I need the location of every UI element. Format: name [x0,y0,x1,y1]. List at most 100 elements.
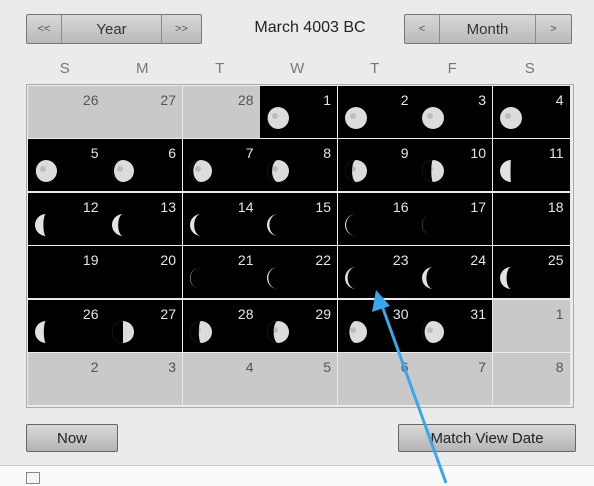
day-number: 10 [470,145,486,161]
moon-phase-icon [112,160,134,182]
day-cell[interactable]: 15 [260,192,337,245]
prev-year-button[interactable]: << [27,15,61,43]
day-number: 22 [315,252,331,268]
day-cell[interactable]: 18 [492,192,570,245]
day-cell[interactable]: 29 [260,299,337,352]
day-cell[interactable]: 23 [337,246,415,298]
day-number: 30 [392,305,409,322]
day-number: 6 [400,359,409,375]
day-cell[interactable]: 11 [492,139,570,191]
day-number: 27 [160,91,176,108]
day-cell[interactable]: 7 [415,353,492,405]
day-cell[interactable]: 4 [492,85,570,138]
day-cell[interactable]: 10 [415,139,492,191]
day-cell[interactable]: 12 [27,192,105,245]
moon-phase-icon [267,320,289,343]
day-cell[interactable]: 2 [337,85,415,138]
day-cell[interactable]: 27 [105,299,182,352]
day-number: 24 [470,252,486,268]
moon-phase-icon [344,213,356,236]
moon-phase-icon [34,320,46,343]
calendar-grid: 26 27 28 1 2 3 4 5 6 7 8 9 10 11 12 13 14 15 16 17 18 19 20 21 2… [26,84,574,408]
dow-monday: M [136,60,149,77]
dow-saturday: S [524,60,535,77]
moon-phase-icon [497,211,525,239]
day-cell[interactable]: 5 [27,139,105,191]
day-cell[interactable]: 24 [415,246,492,298]
day-number: 2 [400,91,409,108]
next-year-button[interactable]: >> [161,15,201,43]
moon-phase-icon [189,160,212,182]
day-number: 19 [82,252,99,268]
checkbox[interactable] [26,472,40,484]
day-number: 27 [160,305,176,322]
day-cell[interactable]: 27 [105,85,182,138]
prev-month-button[interactable]: < [405,15,439,43]
day-cell[interactable]: 13 [105,192,182,245]
day-cell[interactable]: 3 [415,85,492,138]
calendar-panel: << Year >> March 4003 BC < Month > S M T… [0,0,594,465]
moon-phase-icon [499,106,522,129]
moon-phase-icon [34,213,46,236]
day-number: 5 [90,145,99,161]
day-cell[interactable]: 6 [105,139,182,191]
day-cell[interactable]: 17 [415,192,492,245]
bottom-strip [0,465,594,486]
day-cell[interactable]: 19 [27,246,105,298]
match-view-date-button[interactable]: Match View Date [398,424,576,452]
moon-phase-icon [422,160,444,182]
day-number: 21 [237,252,254,268]
month-title: March 4003 BC [254,19,366,36]
day-number: 11 [548,145,564,161]
year-label: Year [61,15,161,43]
day-number: 15 [315,198,331,215]
day-cell[interactable]: 3 [105,353,182,405]
moon-phase-icon [267,213,278,236]
moon-phase-icon [189,267,201,289]
day-number: 31 [470,305,486,322]
year-nav: << Year >> [26,14,202,44]
day-cell[interactable]: 21 [182,246,260,298]
day-cell[interactable]: 28 [182,299,260,352]
moon-phase-icon [344,267,356,289]
dow-friday: F [447,60,457,77]
moon-phase-icon [422,106,444,129]
day-cell[interactable]: 14 [182,192,260,245]
day-number: 9 [400,145,409,161]
day-cell[interactable]: 7 [182,139,260,191]
day-cell[interactable]: 9 [337,139,415,191]
next-month-button[interactable]: > [535,15,571,43]
day-number: 16 [392,198,409,215]
day-cell[interactable]: 26 [27,299,105,352]
day-cell[interactable]: 22 [260,246,337,298]
day-cell[interactable]: 4 [182,353,260,405]
day-cell[interactable]: 26 [27,85,105,138]
day-cell[interactable]: 20 [105,246,182,298]
day-number: 23 [392,252,409,268]
day-cell[interactable]: 5 [260,353,337,405]
now-button[interactable]: Now [26,424,118,452]
day-cell[interactable]: 28 [182,85,260,138]
day-cell[interactable]: 1 [260,85,337,138]
dow-wednesday: W [290,60,305,77]
day-number: 2 [90,359,99,375]
day-cell[interactable]: 8 [492,353,570,405]
moon-phase-icon [109,264,137,292]
day-number: 26 [82,305,99,322]
day-cell[interactable]: 30 [337,299,415,352]
day-cell[interactable]: 1 [492,299,570,352]
moon-phase-icon [422,267,433,289]
month-label: Month [439,15,535,43]
day-number: 25 [547,252,564,268]
day-number: 8 [555,359,564,375]
day-cell[interactable]: 2 [27,353,105,405]
day-number: 20 [160,252,176,268]
day-cell[interactable]: 16 [337,192,415,245]
dow-tuesday: T [215,60,225,77]
dow-thursday: T [370,60,380,77]
day-cell[interactable]: 31 [415,299,492,352]
day-number: 28 [237,91,254,108]
day-cell[interactable]: 6 [337,353,415,405]
day-cell[interactable]: 25 [492,246,570,298]
day-cell[interactable]: 8 [260,139,337,191]
